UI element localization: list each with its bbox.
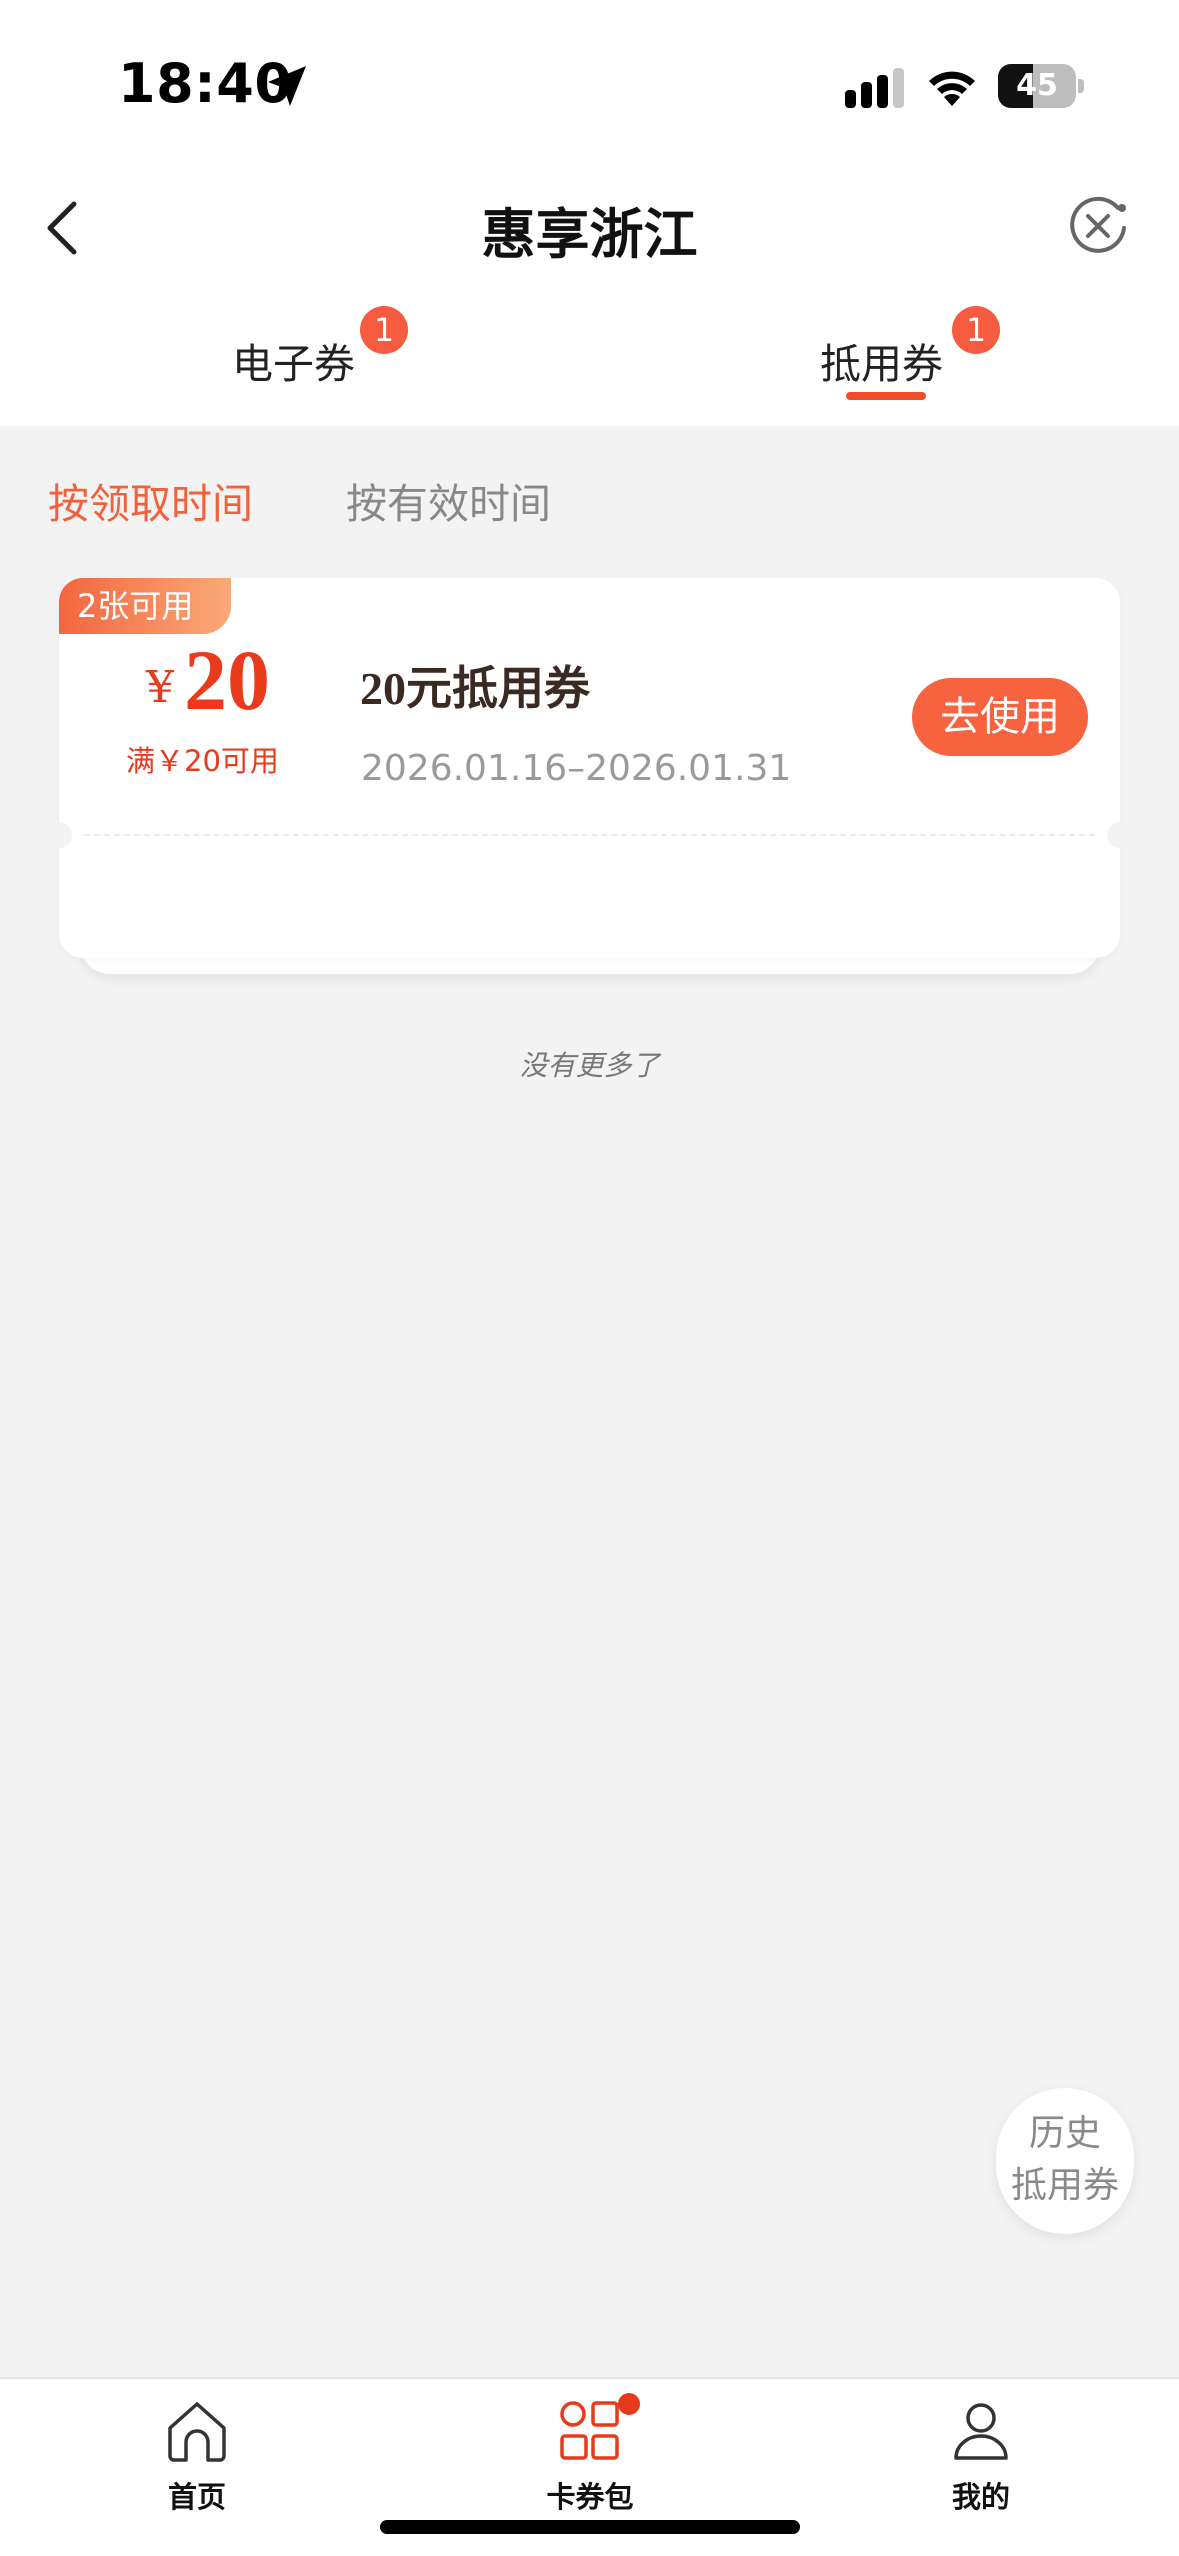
wallet-grid-icon[interactable] (557, 2398, 623, 2464)
home-icon[interactable] (164, 2398, 230, 2464)
close-mini-program-icon[interactable] (1066, 194, 1130, 258)
list-end-text: 没有更多了 (519, 1049, 660, 1082)
wifi-icon (929, 71, 975, 106)
notification-dot (618, 2393, 640, 2415)
card-divider (84, 834, 1095, 836)
tab-e-coupon[interactable]: 电子券 (232, 330, 355, 390)
tab-bar (0, 290, 1179, 426)
history-label-line2: 抵用券 (1010, 2165, 1119, 2206)
available-count-badge: 2张可用 (59, 578, 231, 634)
sort-by-received-time[interactable]: 按领取时间 (48, 470, 253, 530)
battery-percent: 45 (1016, 68, 1058, 103)
tab-badge: 1 (952, 306, 1000, 354)
cellular-signal-icon (845, 68, 904, 108)
location-arrow-icon (268, 66, 306, 106)
battery-icon: 45 (998, 64, 1084, 108)
coupon-condition: 满￥20可用 (126, 744, 279, 778)
use-coupon-button[interactable]: 去使用 (912, 678, 1088, 756)
history-vouchers-button[interactable]: 历史 抵用券 (996, 2088, 1134, 2234)
coupon-amount: 20 (184, 632, 270, 728)
tab-wallet[interactable]: 卡券包 (490, 2474, 690, 2516)
currency-symbol: ¥ (146, 662, 174, 713)
user-icon[interactable] (948, 2398, 1014, 2464)
coupon-title: 20元抵用券 (360, 663, 590, 714)
card-notch (46, 822, 72, 848)
active-tab-indicator (846, 392, 926, 400)
tab-me[interactable]: 我的 (881, 2474, 1081, 2516)
tab-voucher[interactable]: 抵用券 (820, 330, 943, 390)
sort-by-valid-time[interactable]: 按有效时间 (346, 470, 551, 530)
tab-badge: 1 (360, 306, 408, 354)
home-indicator (380, 2520, 800, 2534)
history-label-line1: 历史 (1028, 2113, 1101, 2154)
coupon-validity: 2026.01.16–2026.01.31 (361, 748, 792, 789)
page-title: 惠享浙江 (481, 203, 698, 266)
card-notch (1107, 822, 1133, 848)
tab-home[interactable]: 首页 (97, 2474, 297, 2516)
